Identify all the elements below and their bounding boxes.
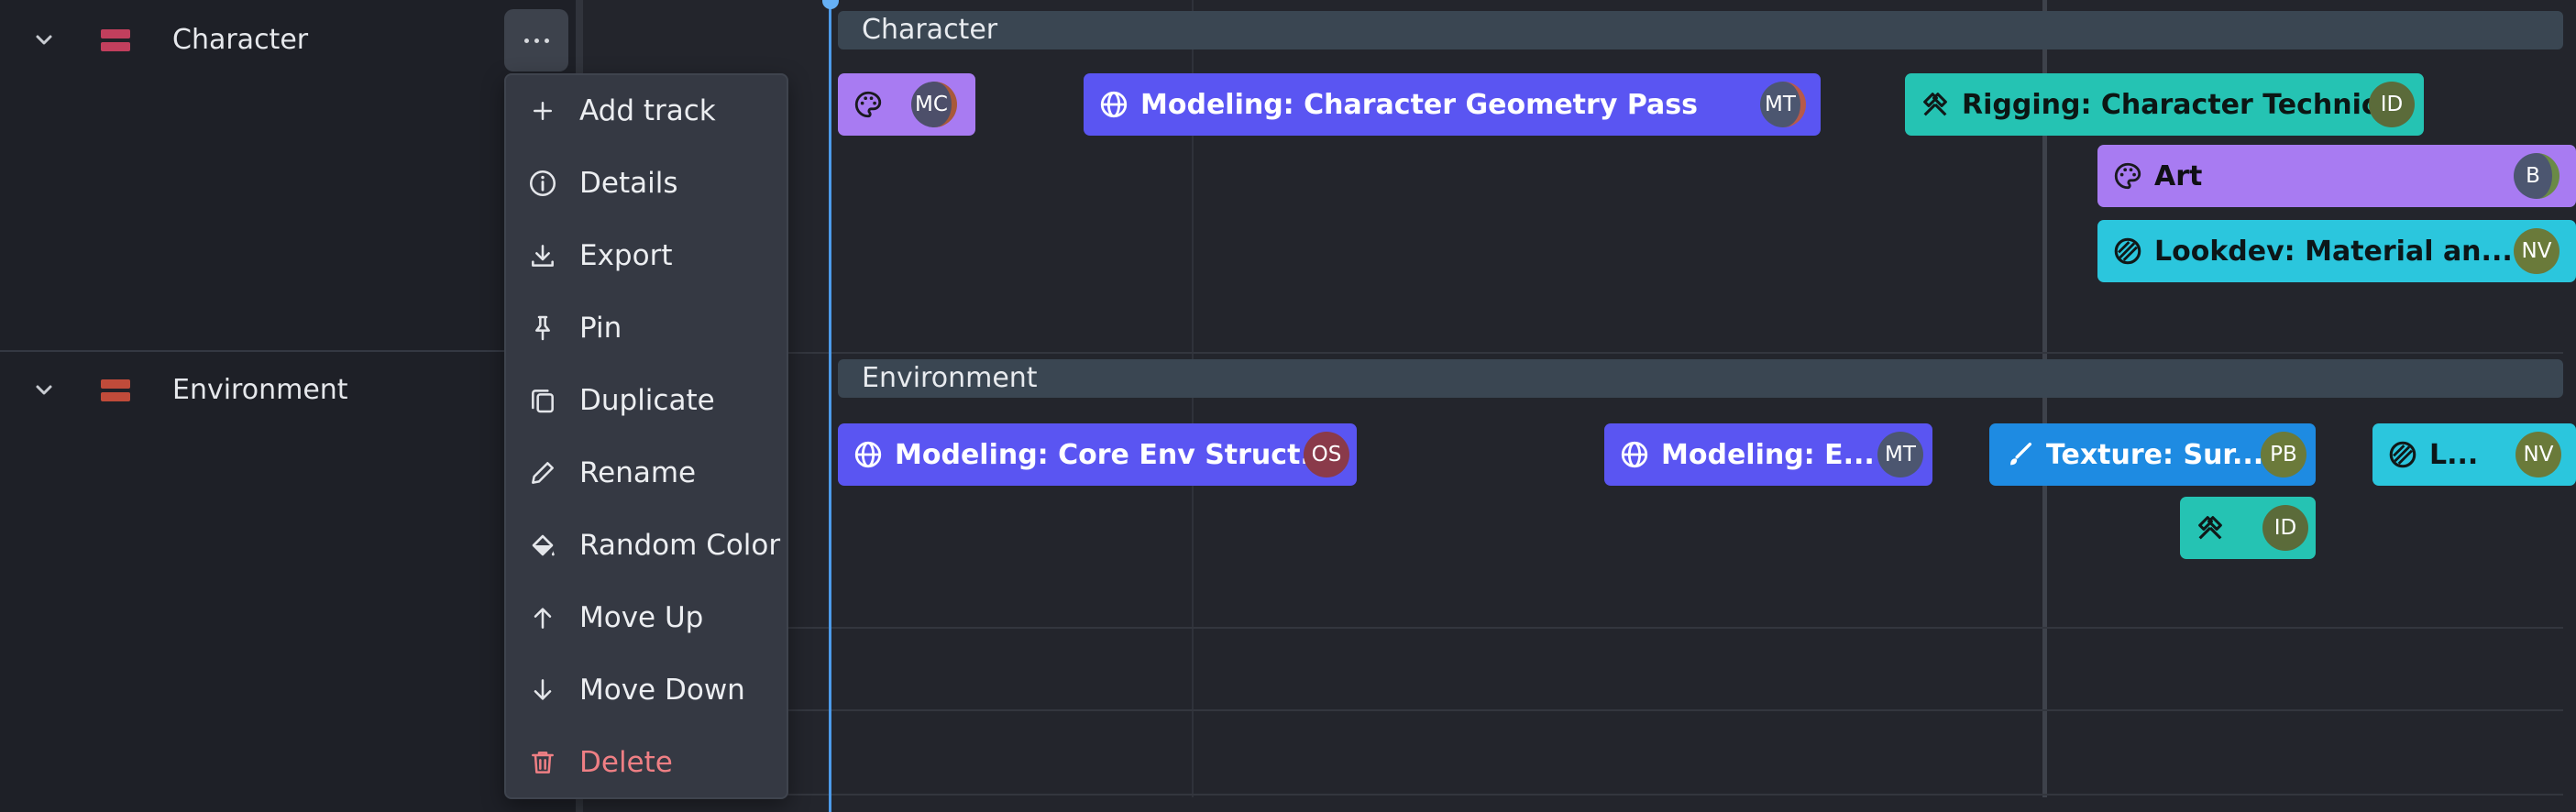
clip[interactable]: Lookdev: Material an... NV (2097, 220, 2576, 282)
clip-label: Art (2154, 159, 2203, 192)
avatar[interactable]: NV (2515, 432, 2561, 477)
menu-item-label: Export (579, 239, 673, 272)
menu-item-label: Move Up (579, 601, 704, 634)
plus-icon (524, 93, 561, 129)
clip-label: Modeling: Character Geometry Pass (1140, 88, 1698, 121)
clip[interactable]: Texture: Sur... PB (1989, 423, 2316, 486)
avatar[interactable]: NV (2514, 228, 2559, 274)
paint-bucket-icon (524, 527, 561, 564)
avatar[interactable]: MC (911, 82, 957, 127)
dot (523, 38, 529, 43)
group-header-character[interactable]: Character (838, 11, 2563, 49)
menu-item-rename[interactable]: Rename (506, 441, 787, 505)
timeline[interactable]: Character MC Modeling: Character Geometr… (583, 0, 2576, 812)
clip[interactable]: L... NV (2372, 423, 2576, 486)
clip[interactable]: MC (838, 73, 975, 136)
playhead[interactable] (829, 0, 831, 812)
menu-item-label: Add track (579, 94, 716, 127)
avatar[interactable]: ID (2369, 82, 2415, 127)
clip[interactable]: ID (2180, 497, 2316, 559)
grid-line (583, 709, 2563, 711)
clip-label: Modeling: Core Env Struct... (895, 438, 1332, 471)
menu-item-label: Delete (579, 746, 673, 779)
track-color-icon[interactable] (101, 29, 130, 51)
hammer-icon (1920, 89, 1951, 120)
sphere-icon (2112, 236, 2143, 267)
palette-icon (853, 89, 884, 120)
sphere-icon (2387, 439, 2418, 470)
clip-label: Lookdev: Material an... (2154, 235, 2513, 268)
pencil-icon (524, 455, 561, 491)
palette-icon (2112, 160, 2143, 192)
menu-item-label: Duplicate (579, 384, 715, 417)
menu-item-move-down[interactable]: Move Down (506, 658, 787, 722)
menu-item-label: Rename (579, 456, 697, 489)
group-title: Environment (862, 362, 1038, 394)
globe-icon (853, 439, 884, 470)
trash-icon (524, 744, 561, 781)
chevron-down-icon[interactable] (31, 27, 57, 53)
menu-item-label: Random Color (579, 529, 781, 562)
globe-icon (1098, 89, 1129, 120)
info-icon (524, 165, 561, 202)
menu-item-label: Move Down (579, 674, 745, 707)
group-title: Character (862, 14, 998, 46)
avatar[interactable]: MT (1877, 432, 1923, 477)
track-row-environment[interactable]: Environment (0, 352, 578, 812)
clip[interactable]: Modeling: E... MT (1604, 423, 1932, 486)
track-color-icon[interactable] (101, 379, 130, 401)
menu-item-move-up[interactable]: Move Up (506, 586, 787, 650)
pin-icon (524, 310, 561, 346)
avatar[interactable]: OS (1304, 432, 1349, 477)
track-color-swatch-top (101, 29, 130, 38)
track-color-swatch-bottom (101, 42, 130, 51)
avatar[interactable]: ID (2262, 505, 2308, 551)
clip-label: Texture: Sur... (2046, 438, 2264, 471)
menu-item-pin[interactable]: Pin (506, 296, 787, 360)
track-row-character[interactable]: Character (0, 0, 578, 352)
clip-label: Modeling: E... (1661, 438, 1875, 471)
playhead-handle[interactable] (822, 0, 839, 9)
track-name: Environment (172, 374, 348, 406)
avatar[interactable]: B (2514, 153, 2559, 199)
brush-icon (2004, 439, 2035, 470)
download-icon (524, 237, 561, 274)
track-context-menu: Add track Details Export Pin Duplicate R… (504, 73, 788, 799)
globe-icon (1619, 439, 1650, 470)
clip[interactable]: Rigging: Character Technic... ID (1905, 73, 2424, 136)
track-panel: Character Environment (0, 0, 578, 812)
track-color-swatch-top (101, 379, 130, 389)
more-options-button[interactable] (504, 9, 568, 71)
menu-item-random-color[interactable]: Random Color (506, 513, 787, 577)
arrow-down-icon (524, 672, 561, 708)
track-color-swatch-bottom (101, 392, 130, 401)
arrow-up-icon (524, 599, 561, 636)
menu-item-label: Details (579, 167, 678, 200)
menu-item-details[interactable]: Details (506, 151, 787, 215)
chevron-down-icon[interactable] (31, 378, 57, 403)
group-header-environment[interactable]: Environment (838, 359, 2563, 398)
grid-line (583, 794, 2563, 796)
grid-line (583, 627, 2563, 629)
copy-icon (524, 382, 561, 419)
track-name: Character (172, 24, 309, 56)
menu-item-add-track[interactable]: Add track (506, 79, 787, 143)
grid-line (583, 352, 2563, 354)
dot (544, 38, 549, 43)
clip-label: L... (2429, 438, 2479, 471)
menu-item-delete[interactable]: Delete (506, 730, 787, 795)
hammer-icon (2195, 512, 2226, 543)
clip-label: Rigging: Character Technic... (1962, 88, 2409, 121)
avatar[interactable]: MT (1760, 82, 1806, 127)
menu-item-export[interactable]: Export (506, 224, 787, 288)
menu-item-duplicate[interactable]: Duplicate (506, 368, 787, 433)
clip[interactable]: Art B (2097, 145, 2576, 207)
dot (534, 38, 539, 43)
clip[interactable]: Modeling: Character Geometry Pass MT (1084, 73, 1821, 136)
menu-item-label: Pin (579, 312, 622, 345)
avatar[interactable]: PB (2261, 432, 2306, 477)
clip[interactable]: Modeling: Core Env Struct... OS (838, 423, 1357, 486)
